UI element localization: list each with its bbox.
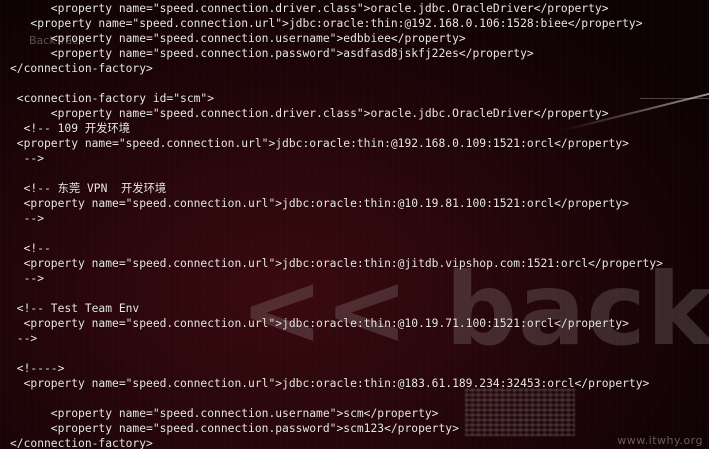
terminal-line: <!-- xyxy=(10,242,51,255)
terminal-line: <!-- Test Team Env xyxy=(10,302,140,315)
terminal-line: <property name="speed.connection.passwor… xyxy=(10,47,534,60)
terminal-line: <property name="speed.connection.url">jd… xyxy=(10,377,650,390)
terminal-line: <property name="speed.connection.driver.… xyxy=(10,2,609,15)
terminal-line: --> xyxy=(10,272,45,285)
terminal-line: <property name="speed.connection.usernam… xyxy=(10,407,439,420)
terminal-line: --> xyxy=(10,332,38,345)
terminal-line: </connection-factory> xyxy=(10,62,153,75)
terminal-line: <property name="speed.connection.url">jd… xyxy=(10,257,663,270)
terminal-line: <!-- 109 开发环境 xyxy=(10,122,131,135)
terminal-line: <property name="speed.connection.driver.… xyxy=(10,107,609,120)
terminal-line: <!----> xyxy=(10,362,65,375)
terminal-line: <property name="speed.connection.url">jd… xyxy=(10,197,629,210)
terminal-line: <connection-factory id="scm"> xyxy=(10,92,215,105)
background-light-line xyxy=(640,98,709,99)
terminal-line: --> xyxy=(10,152,45,165)
site-watermark: www.itwhy.org xyxy=(617,434,703,447)
terminal-line: <property name="speed.connection.url">jd… xyxy=(10,317,629,330)
terminal-line: <property name="speed.connection.url">jd… xyxy=(10,137,629,150)
terminal-line: <!-- 东莞 VPN 开发环境 xyxy=(10,182,167,195)
terminal-line: </connection-factory> xyxy=(10,437,153,449)
terminal-line: <property name="speed.connection.url">jd… xyxy=(10,17,643,30)
backtrack-logo-watermark: << back | tr xyxy=(240,260,709,360)
terminal-line: <property name="speed.connection.usernam… xyxy=(10,32,466,45)
desktop-screen: BackTrack << back | tr www.itwhy.org <pr… xyxy=(0,0,709,449)
background-noise-block xyxy=(465,388,575,436)
terminal-line: <property name="speed.connection.passwor… xyxy=(10,422,459,435)
terminal-line: --> xyxy=(10,212,45,225)
